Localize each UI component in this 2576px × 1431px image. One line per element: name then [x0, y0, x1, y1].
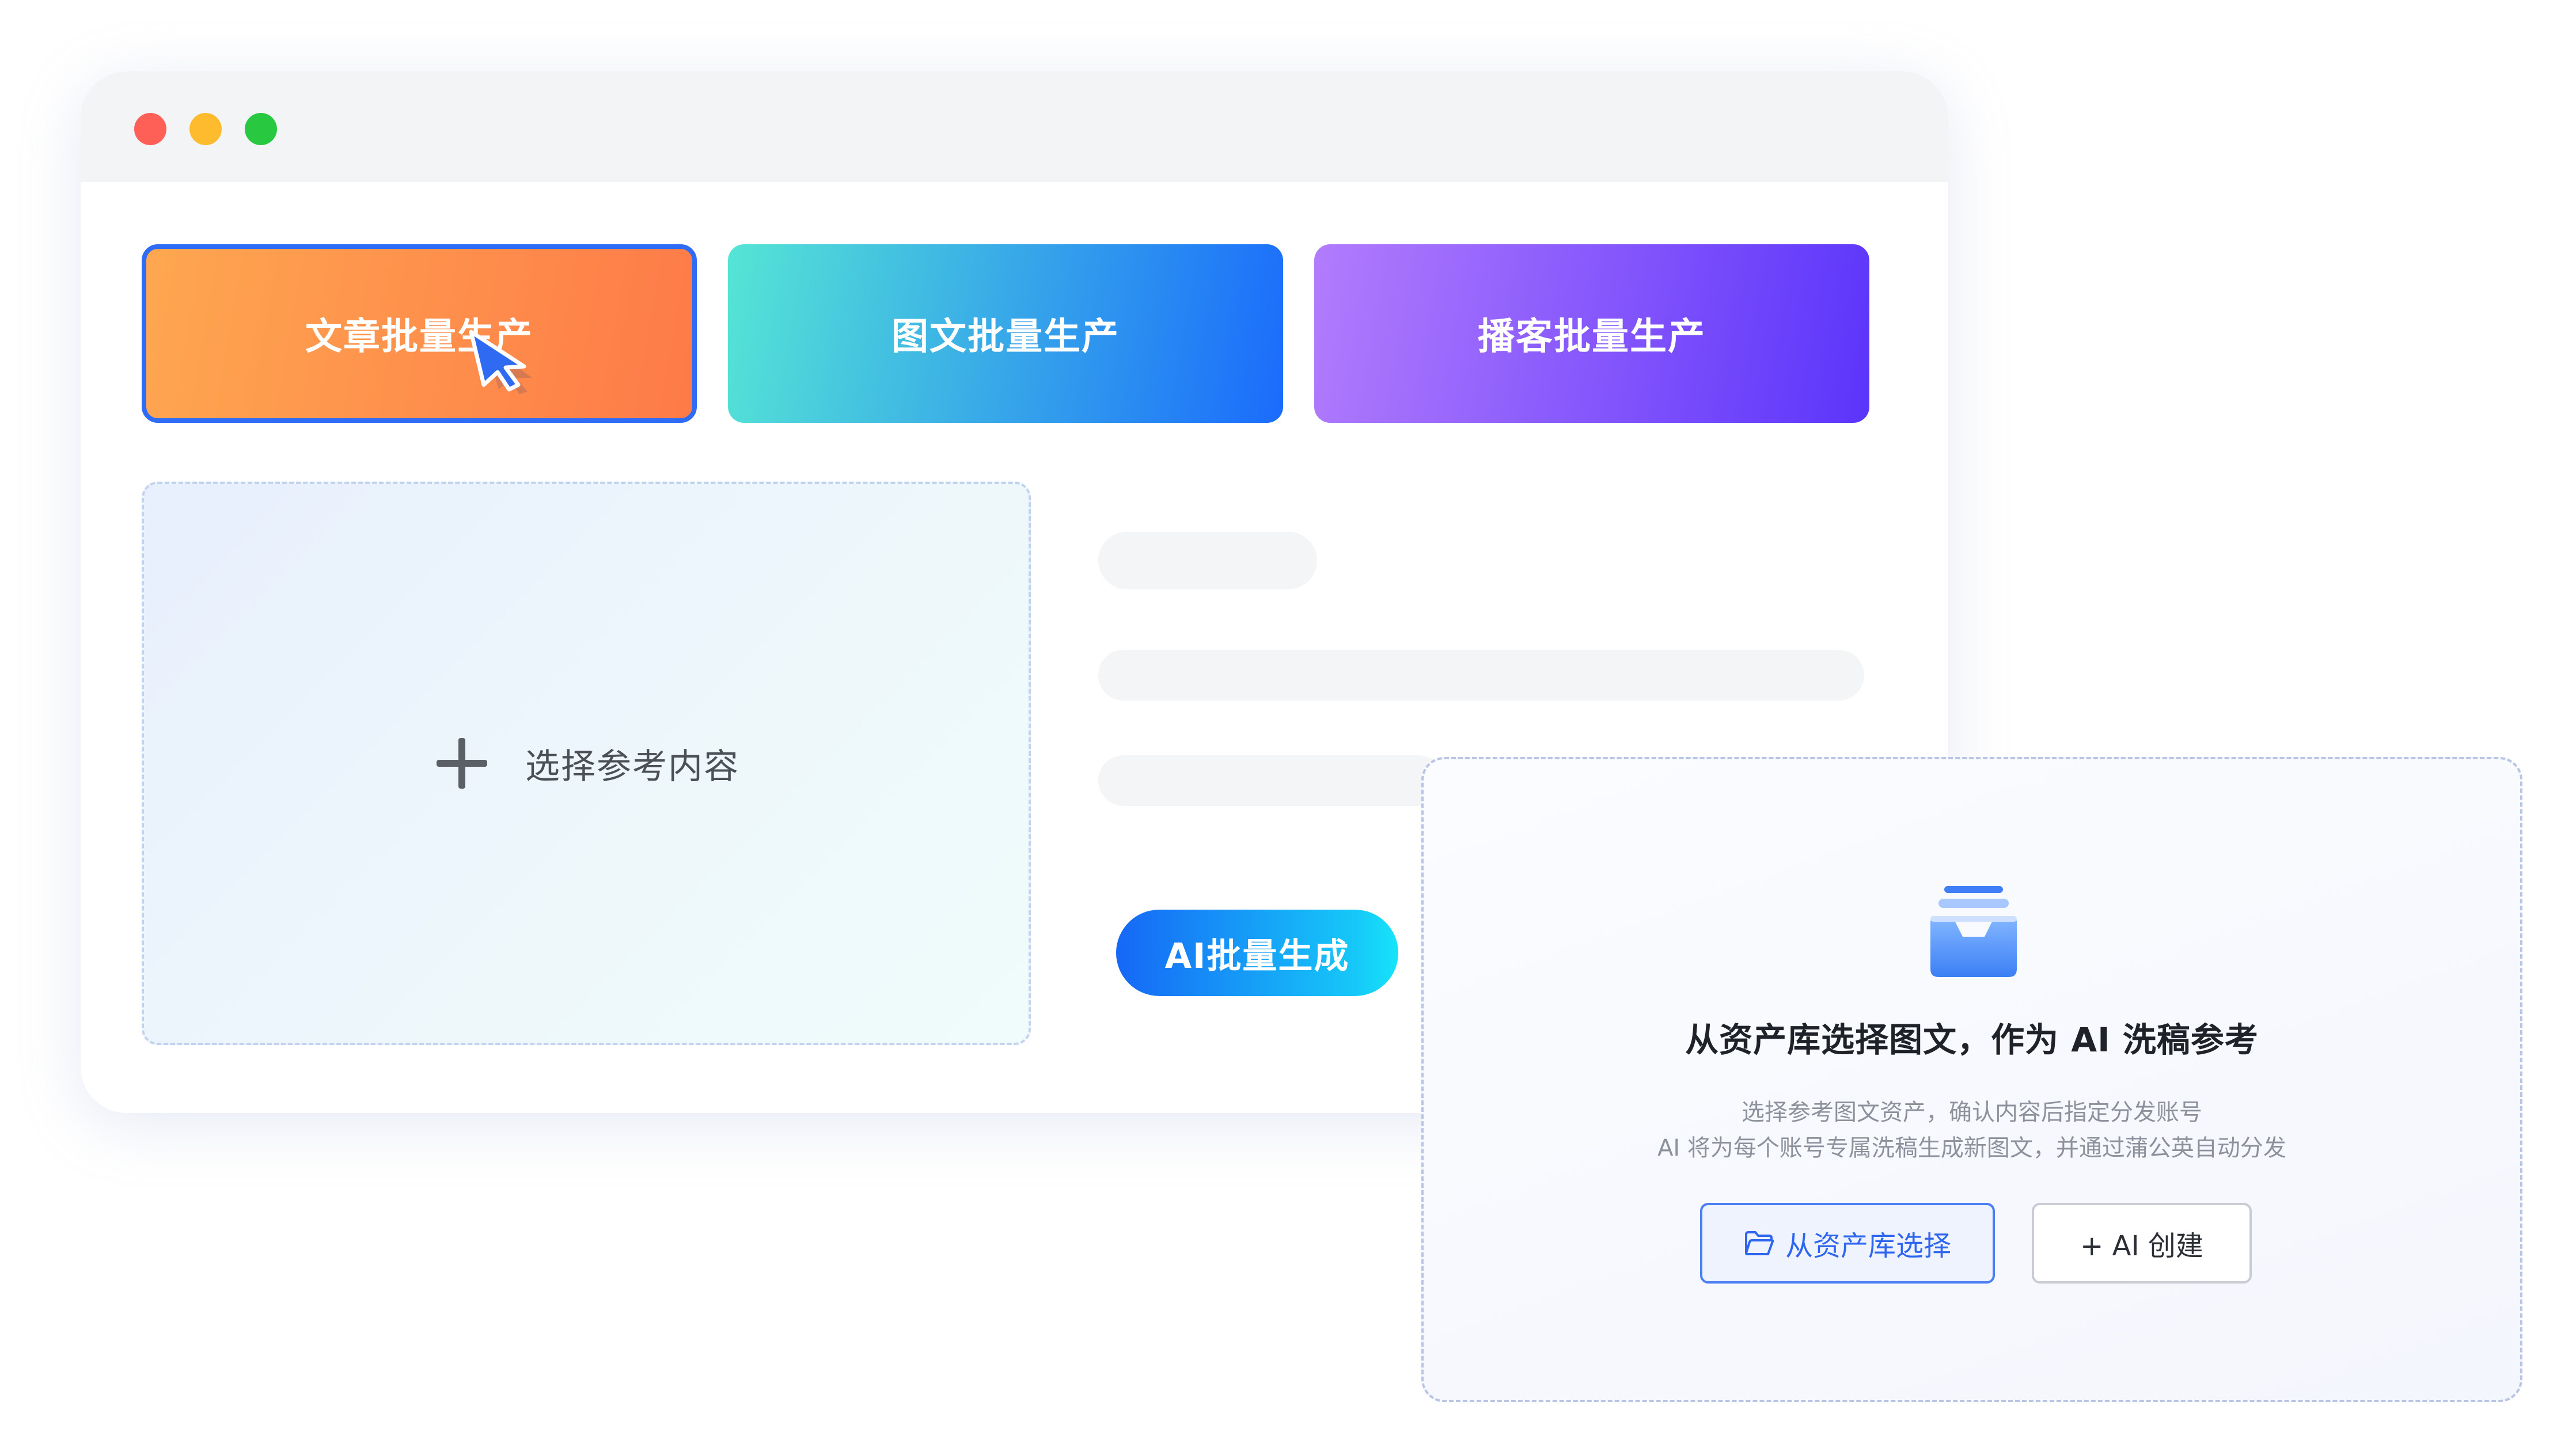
- inbox-tray-icon: [1930, 886, 2017, 977]
- select-reference-label: 选择参考内容: [525, 746, 739, 787]
- asset-library-popup: 从资产库选择图文，作为 AI 洗稿参考 选择参考图文资产，确认内容后指定分发账号…: [1421, 757, 2522, 1402]
- minimize-window-button[interactable]: [189, 113, 222, 145]
- ai-create-button[interactable]: + AI 创建: [2032, 1203, 2252, 1284]
- select-from-library-label: 从资产库选择: [1785, 1230, 1951, 1262]
- mode-graphic-batch-button[interactable]: 图文批量生产: [728, 244, 1283, 423]
- popup-description: 选择参考图文资产，确认内容后指定分发账号: [1742, 1099, 2202, 1126]
- window-titlebar: [81, 71, 1948, 182]
- ai-batch-generate-label: AI批量生成: [1164, 936, 1350, 976]
- skeleton-placeholder: [1098, 650, 1864, 701]
- skeleton-placeholder: [1098, 532, 1317, 589]
- mode-article-batch-button[interactable]: 文章批量生产: [142, 244, 697, 423]
- popup-description: AI 将为每个账号专属洗稿生成新图文，并通过蒲公英自动分发: [1657, 1135, 2286, 1161]
- select-reference-dropzone[interactable]: 选择参考内容: [142, 482, 1031, 1045]
- maximize-window-button[interactable]: [245, 113, 277, 145]
- ai-create-label: + AI 创建: [2080, 1230, 2203, 1262]
- mouse-cursor-icon: [469, 330, 532, 394]
- plus-icon: [437, 738, 487, 789]
- mode-graphic-label: 图文批量生产: [891, 316, 1120, 358]
- mode-podcast-label: 播客批量生产: [1478, 316, 1706, 358]
- ai-batch-generate-button[interactable]: AI批量生成: [1116, 910, 1398, 996]
- folder-icon: [1744, 1231, 1774, 1255]
- mode-podcast-batch-button[interactable]: 播客批量生产: [1314, 244, 1869, 423]
- skeleton-placeholder: [1098, 755, 1444, 806]
- close-window-button[interactable]: [134, 113, 166, 145]
- popup-title: 从资产库选择图文，作为 AI 洗稿参考: [1685, 1020, 2259, 1059]
- select-from-library-button[interactable]: 从资产库选择: [1700, 1203, 1995, 1284]
